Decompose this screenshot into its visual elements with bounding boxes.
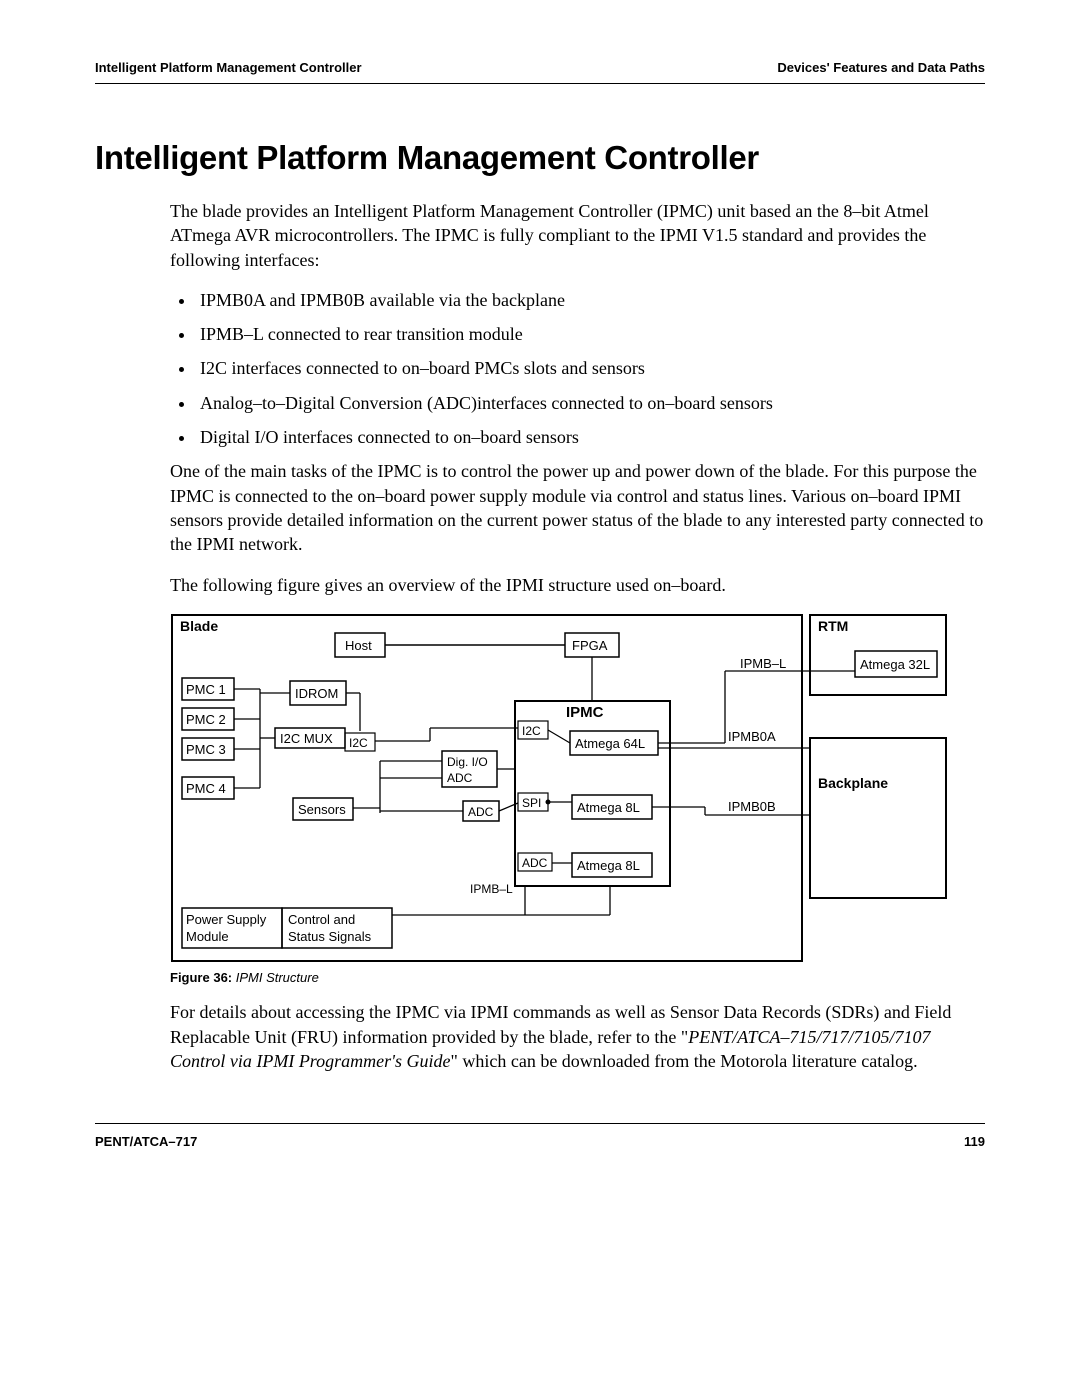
bullet-list: IPMB0A and IPMB0B available via the back… bbox=[170, 288, 985, 449]
paragraph-3: The following figure gives an overview o… bbox=[170, 573, 985, 597]
paragraph-2: One of the main tasks of the IPMC is to … bbox=[170, 459, 985, 556]
svg-text:PMC 1: PMC 1 bbox=[186, 682, 226, 697]
svg-text:I2C: I2C bbox=[349, 736, 368, 750]
svg-text:Atmega 32L: Atmega 32L bbox=[860, 657, 930, 672]
svg-text:Control and: Control and bbox=[288, 912, 355, 927]
svg-text:Status Signals: Status Signals bbox=[288, 929, 372, 944]
figure-title: IPMI Structure bbox=[232, 970, 319, 985]
svg-text:ADC: ADC bbox=[447, 771, 473, 785]
svg-text:IPMB0B: IPMB0B bbox=[728, 799, 776, 814]
svg-text:PMC 3: PMC 3 bbox=[186, 742, 226, 757]
svg-text:Dig. I/O: Dig. I/O bbox=[447, 755, 488, 769]
header-right: Devices' Features and Data Paths bbox=[777, 60, 985, 75]
svg-text:IPMB–L: IPMB–L bbox=[740, 656, 786, 671]
page-footer: PENT/ATCA–717 119 bbox=[95, 1123, 985, 1149]
svg-text:ADC: ADC bbox=[468, 805, 494, 819]
svg-text:Module: Module bbox=[186, 929, 229, 944]
bullet-item: Analog–to–Digital Conversion (ADC)interf… bbox=[196, 391, 985, 415]
svg-text:FPGA: FPGA bbox=[572, 638, 608, 653]
svg-text:PMC 2: PMC 2 bbox=[186, 712, 226, 727]
ipmi-structure-diagram: Blade RTM Backplane Atmega 32L Host FPGA bbox=[170, 613, 950, 963]
svg-text:Backplane: Backplane bbox=[818, 775, 888, 791]
svg-text:Atmega 8L: Atmega 8L bbox=[577, 800, 640, 815]
footer-left: PENT/ATCA–717 bbox=[95, 1134, 197, 1149]
svg-text:Atmega 64L: Atmega 64L bbox=[575, 736, 645, 751]
header-left: Intelligent Platform Management Controll… bbox=[95, 60, 362, 75]
svg-text:PMC 4: PMC 4 bbox=[186, 781, 226, 796]
svg-text:Blade: Blade bbox=[180, 618, 218, 634]
svg-text:IPMC: IPMC bbox=[566, 704, 604, 721]
svg-text:Host: Host bbox=[345, 638, 372, 653]
svg-text:SPI: SPI bbox=[522, 796, 541, 810]
paragraph-4: For details about accessing the IPMC via… bbox=[170, 1000, 985, 1073]
footer-right: 119 bbox=[964, 1134, 985, 1149]
svg-text:Sensors: Sensors bbox=[298, 802, 346, 817]
bullet-item: IPMB–L connected to rear transition modu… bbox=[196, 322, 985, 346]
bullet-item: I2C interfaces connected to on–board PMC… bbox=[196, 356, 985, 380]
svg-text:IPMB0A: IPMB0A bbox=[728, 729, 776, 744]
svg-text:I2C: I2C bbox=[522, 724, 541, 738]
svg-text:IPMB–L: IPMB–L bbox=[470, 882, 513, 896]
svg-text:IDROM: IDROM bbox=[295, 686, 338, 701]
svg-text:Atmega 8L: Atmega 8L bbox=[577, 858, 640, 873]
figure-caption: Figure 36: IPMI Structure bbox=[170, 969, 985, 987]
page-title: Intelligent Platform Management Controll… bbox=[95, 139, 985, 177]
bullet-item: Digital I/O interfaces connected to on–b… bbox=[196, 425, 985, 449]
page-header: Intelligent Platform Management Controll… bbox=[95, 60, 985, 84]
bullet-item: IPMB0A and IPMB0B available via the back… bbox=[196, 288, 985, 312]
intro-paragraph: The blade provides an Intelligent Platfo… bbox=[170, 199, 985, 272]
svg-text:RTM: RTM bbox=[818, 618, 848, 634]
svg-text:Power Supply: Power Supply bbox=[186, 912, 267, 927]
svg-text:ADC: ADC bbox=[522, 856, 548, 870]
figure-label: Figure 36: bbox=[170, 970, 232, 985]
svg-text:I2C MUX: I2C MUX bbox=[280, 731, 333, 746]
